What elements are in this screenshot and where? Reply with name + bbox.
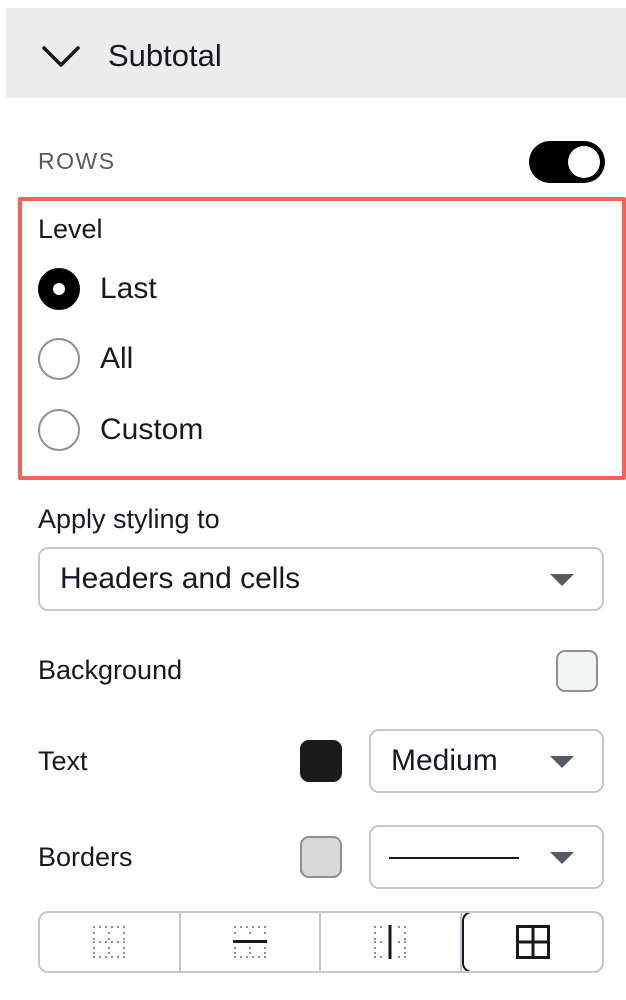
caret-down-icon — [550, 756, 574, 768]
level-label: Level — [38, 214, 103, 244]
rows-label: ROWS — [38, 148, 116, 174]
border-horizontal-icon — [232, 926, 267, 958]
radio-label-all: All — [100, 342, 134, 375]
radio-label-custom: Custom — [100, 413, 204, 446]
border-vertical-icon — [374, 925, 407, 959]
border-style-select[interactable] — [369, 825, 604, 889]
chevron-down-icon — [42, 46, 80, 67]
radio-button-custom[interactable] — [38, 409, 80, 451]
text-weight-select[interactable]: Medium — [369, 729, 604, 793]
border-horizontal-button[interactable] — [181, 913, 321, 971]
level-option-all[interactable]: All — [38, 337, 133, 381]
toggle-knob — [568, 146, 600, 178]
radio-label-last: Last — [100, 272, 157, 305]
apply-styling-select[interactable]: Headers and cells — [38, 547, 604, 611]
borders-label: Borders — [38, 842, 133, 872]
radio-button-last[interactable] — [38, 268, 80, 310]
radio-button-all[interactable] — [38, 338, 80, 380]
apply-styling-label: Apply styling to — [38, 504, 220, 534]
text-label: Text — [38, 746, 88, 776]
border-position-segmented-control[interactable] — [38, 911, 604, 973]
section-title: Subtotal — [108, 38, 222, 73]
caret-down-icon — [550, 852, 574, 864]
level-option-custom[interactable]: Custom — [38, 408, 203, 452]
border-none-button[interactable] — [40, 913, 181, 971]
subtotal-section-header[interactable]: Subtotal — [6, 8, 626, 98]
background-color-swatch[interactable] — [556, 650, 598, 692]
text-weight-value: Medium — [391, 744, 498, 777]
text-color-swatch[interactable] — [300, 740, 342, 782]
border-all-icon — [515, 925, 550, 959]
solid-line-sample — [389, 857, 519, 859]
background-label: Background — [38, 655, 183, 685]
border-vertical-button[interactable] — [321, 913, 462, 971]
rows-toggle[interactable] — [529, 141, 605, 183]
border-color-swatch[interactable] — [300, 836, 342, 878]
border-none-icon — [93, 926, 126, 958]
level-option-last[interactable]: Last — [38, 267, 157, 311]
border-all-button[interactable] — [461, 913, 602, 971]
caret-down-icon — [550, 574, 574, 586]
apply-styling-value: Headers and cells — [60, 562, 301, 595]
